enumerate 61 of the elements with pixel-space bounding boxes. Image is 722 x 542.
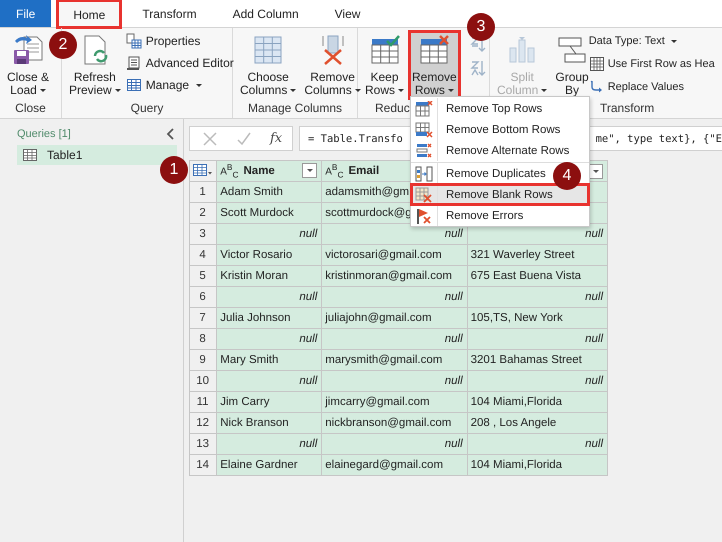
table-cell: juliajohn@gmail.com xyxy=(322,308,468,328)
null-cell: null xyxy=(216,328,322,350)
null-cell: null xyxy=(216,286,322,308)
group-label: Transform xyxy=(600,101,654,117)
row-number: 12 xyxy=(190,412,217,434)
table-cell: Victor Rosario xyxy=(216,244,322,266)
table-cell: 3201 Bahamas Street xyxy=(467,350,608,370)
row-number: 8 xyxy=(190,328,217,350)
row-number: 4 xyxy=(190,244,217,266)
table-cell: jimcarry@gmail.com xyxy=(322,392,468,412)
table-cell: Elaine Gardner xyxy=(216,454,322,476)
column-name: Email xyxy=(348,164,380,177)
table-cell: marysmith@gmail.com xyxy=(322,350,468,370)
group-label: Query xyxy=(130,101,164,117)
table-cell: 321 Waverley Street xyxy=(467,244,608,266)
table-cell: Julia Johnson xyxy=(216,308,322,328)
table-cell: nickbranson@gmail.com xyxy=(322,412,468,434)
null-cell: null xyxy=(322,286,468,308)
table-cell: victorosari@gmail.com xyxy=(322,244,468,266)
table-cell: 104 Miami,Florida xyxy=(467,454,608,476)
row-number: 10 xyxy=(190,370,217,392)
table-cell: 208 , Los Angele xyxy=(467,412,608,434)
null-cell: null xyxy=(467,434,608,454)
table-cell: Scott Murdock xyxy=(216,202,322,224)
row-number: 5 xyxy=(190,266,217,286)
table-cell: Jim Carry xyxy=(216,392,322,412)
row-number: 1 xyxy=(190,182,217,202)
formula-text: = Table.Transfo xyxy=(308,132,403,144)
row-number: 6 xyxy=(190,286,217,308)
null-cell: null xyxy=(216,224,322,244)
null-cell: null xyxy=(467,328,608,350)
table-cell: Kristin Moran xyxy=(216,266,322,286)
null-cell: null xyxy=(216,434,322,454)
step-badge: 1 xyxy=(160,156,188,184)
row-number: 9 xyxy=(190,350,217,370)
table-cell: Nick Branson xyxy=(216,412,322,434)
null-cell: null xyxy=(467,370,608,392)
group-label: Manage Columns xyxy=(248,101,342,117)
null-cell: null xyxy=(216,370,322,392)
null-cell: null xyxy=(467,286,608,308)
table-cell: Adam Smith xyxy=(216,182,322,202)
row-number: 2 xyxy=(190,202,217,224)
null-cell: null xyxy=(322,370,468,392)
null-cell: null xyxy=(322,434,468,454)
table-cell: kristinmoran@gmail.com xyxy=(322,266,468,286)
row-number: 14 xyxy=(190,454,217,476)
row-number: 13 xyxy=(190,434,217,454)
table-cell: 104 Miami,Florida xyxy=(467,392,608,412)
queries-title: Queries [1] xyxy=(17,128,71,140)
group-label: Reduc xyxy=(374,101,410,117)
column-name: Name xyxy=(244,164,275,177)
table-cell: 675 East Buena Vista xyxy=(467,266,608,286)
null-cell: null xyxy=(322,328,468,350)
table-cell: 105,TS, New York xyxy=(467,308,608,328)
row-number: 3 xyxy=(190,224,217,244)
table-cell: elainegard@gmail.com xyxy=(322,454,468,476)
formula-text: me", type text}, {"E xyxy=(596,132,722,144)
row-number: 11 xyxy=(190,392,217,412)
table-cell: Mary Smith xyxy=(216,350,322,370)
row-number: 7 xyxy=(190,308,217,328)
group-label: Close xyxy=(15,101,46,117)
